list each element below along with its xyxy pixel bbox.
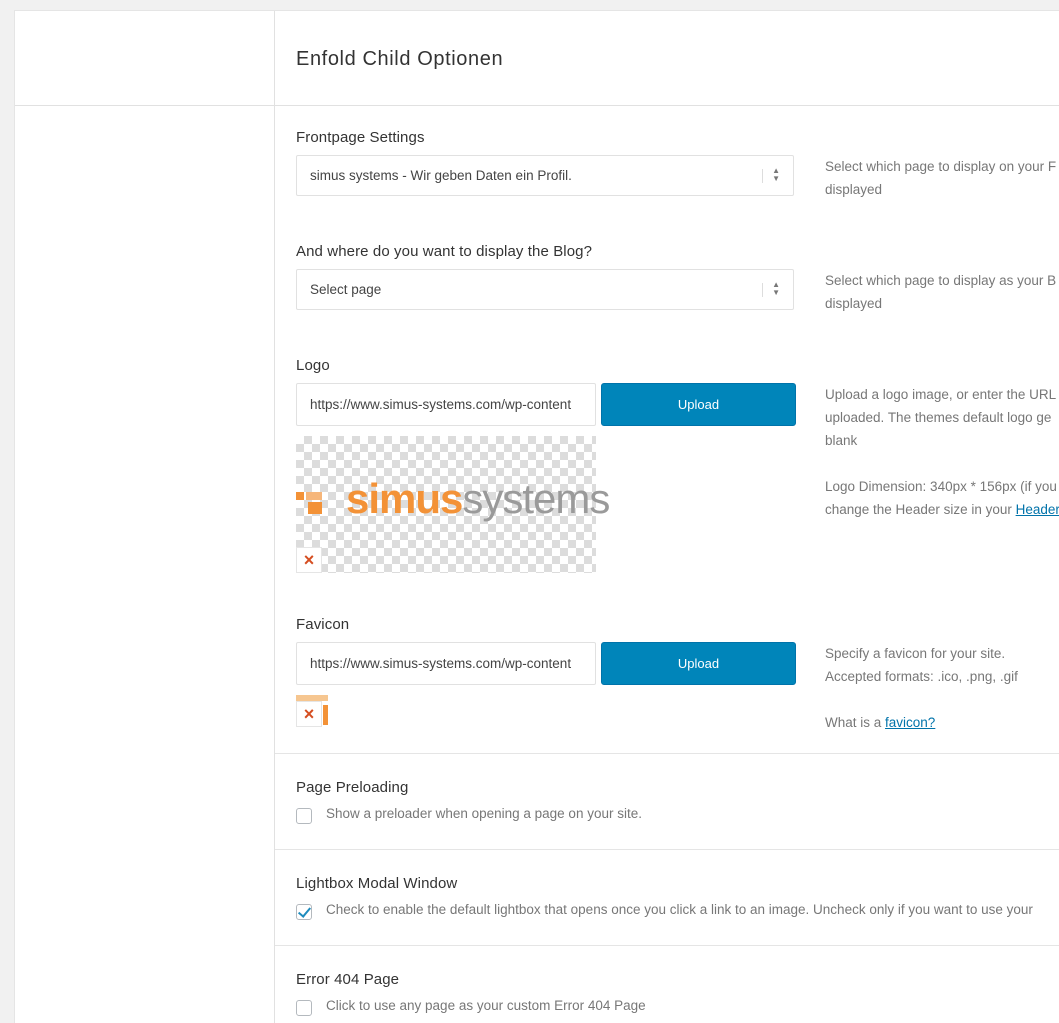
error404-text: Click to use any page as your custom Err… [326,998,646,1013]
select-arrows-icon: ▲ ▼ [772,166,780,183]
logo-url-input[interactable]: https://www.simus-systems.com/wp-content [296,383,596,426]
favicon-info-link[interactable]: favicon? [885,715,935,730]
logo-upload-button[interactable]: Upload [601,383,796,426]
options-panel: Enfold Child Optionen Frontpage Settings… [14,10,1059,1023]
options-header [15,11,1059,106]
frontpage-select[interactable]: simus systems - Wir geben Daten ein Prof… [296,155,794,196]
logo-brand-text: simussystems [346,475,610,522]
lightbox-label: Lightbox Modal Window [296,875,458,892]
preloading-text: Show a preloader when opening a page on … [326,806,642,821]
favicon-url-input[interactable]: https://www.simus-systems.com/wp-content [296,642,596,685]
blog-page-select[interactable]: Select page ▲ ▼ [296,269,794,310]
preloading-checkbox[interactable] [296,808,312,824]
select-arrows-icon: ▲ ▼ [772,280,780,297]
page-title: Enfold Child Optionen [296,48,504,70]
blog-description: Select which page to display as your B d… [825,273,1057,311]
options-sidebar [15,11,275,1023]
logo-description: Upload a logo image, or enter the URL up… [825,387,1059,517]
frontpage-label: Frontpage Settings [296,129,425,146]
logo-preview: simussystems × [296,436,610,573]
logo-mark-icon [296,492,322,514]
logo-remove-icon[interactable]: × [296,547,322,573]
header-settings-link[interactable]: Header [1016,502,1059,517]
favicon-label: Favicon [296,616,350,633]
favicon-upload-button[interactable]: Upload [601,642,796,685]
favicon-description: Specify a favicon for your site. Accepte… [825,646,1018,730]
blog-select-value: Select page [310,282,382,297]
frontpage-select-value: simus systems - Wir geben Daten ein Prof… [310,168,572,183]
logo-label: Logo [296,357,330,374]
select-separator [762,283,763,297]
lightbox-checkbox[interactable] [296,904,312,920]
section-divider [275,945,1059,946]
section-divider [275,753,1059,754]
error404-label: Error 404 Page [296,971,400,988]
error404-checkbox[interactable] [296,1000,312,1016]
section-divider [275,849,1059,850]
lightbox-text: Check to enable the default lightbox tha… [326,902,1033,917]
favicon-remove-icon[interactable]: × [296,701,322,727]
favicon-preview: × [296,695,328,727]
frontpage-description: Select which page to display on your F d… [825,159,1057,197]
select-separator [762,169,763,183]
blog-label: And where do you want to display the Blo… [296,243,593,260]
preloading-label: Page Preloading [296,779,409,796]
